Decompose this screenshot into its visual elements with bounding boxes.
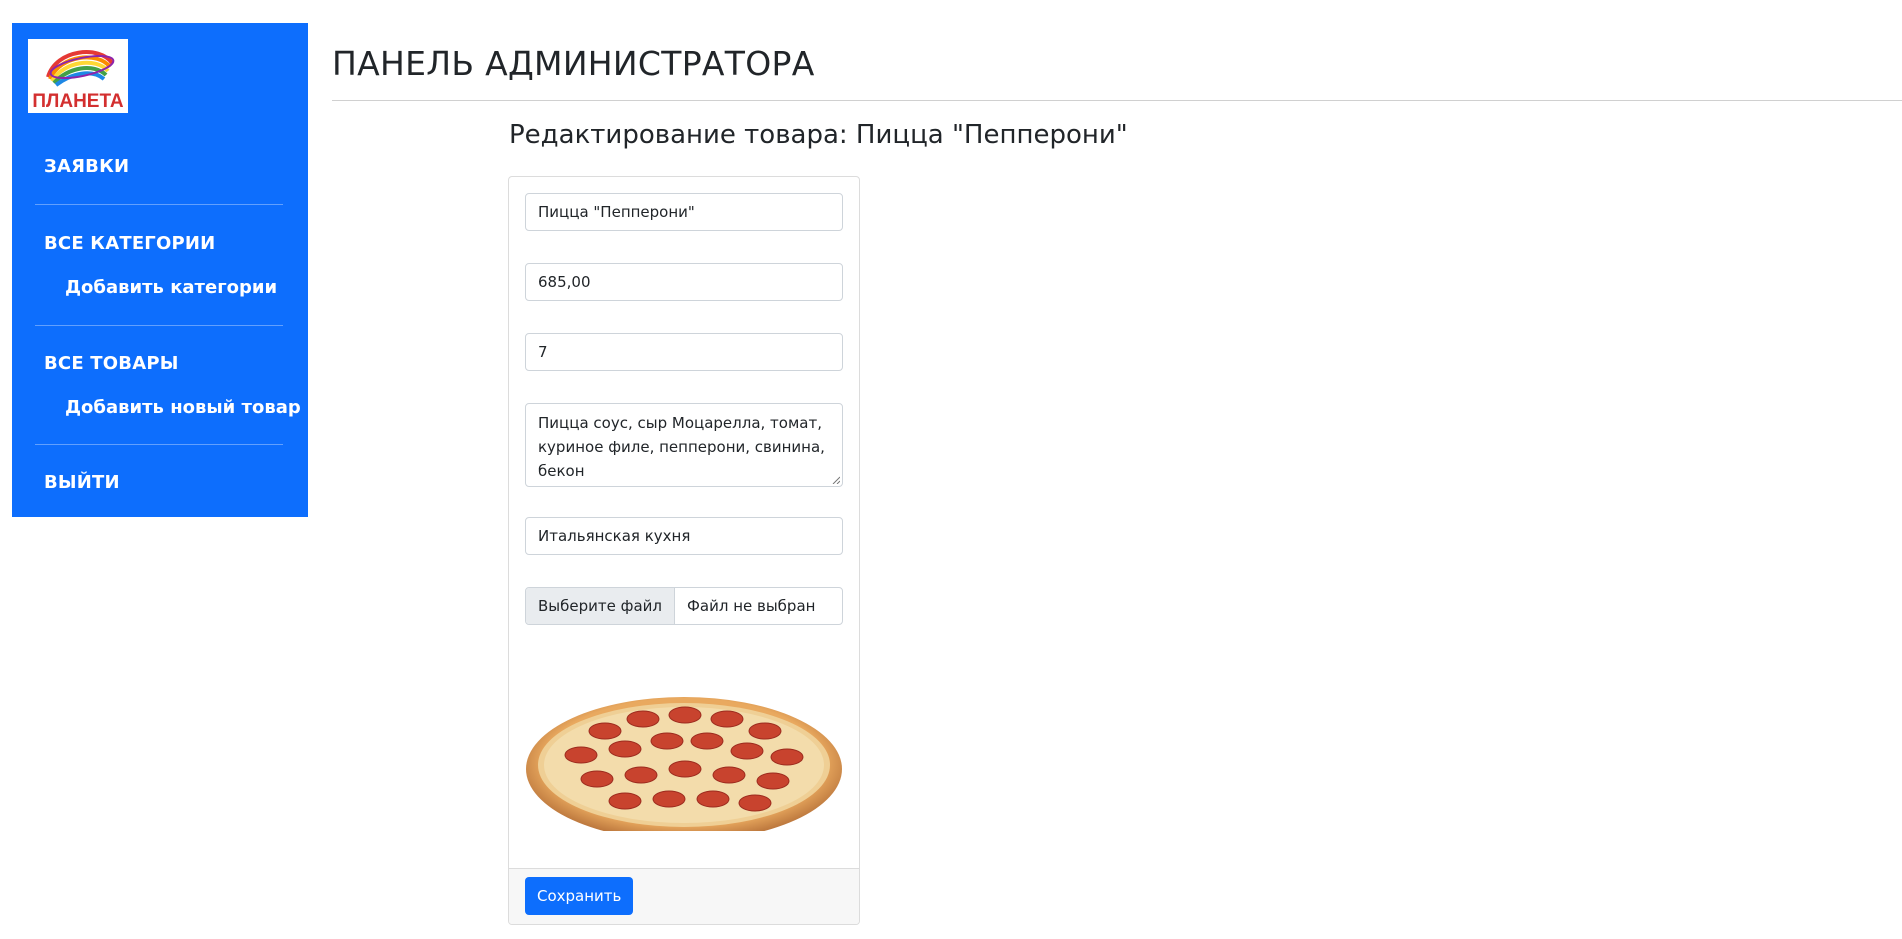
sidebar-divider [35,204,283,205]
product-description-textarea[interactable]: Пицца соус, сыр Моцарелла, томат, курино… [525,403,843,487]
logo[interactable]: ПЛАНЕТА [28,39,128,113]
sidebar-item-add-category[interactable]: Добавить категории [65,277,277,298]
choose-file-button[interactable]: Выберите файл [526,588,675,624]
product-name-input[interactable]: Пицца "Пепперони" [525,193,843,231]
image-file-input[interactable]: Выберите файл Файл не выбран [525,587,843,625]
card-footer: Сохранить [509,868,859,924]
product-description-text: Пицца соус, сыр Моцарелла, томат, курино… [538,414,825,480]
product-quantity-input[interactable]: 7 [525,333,843,371]
sidebar-item-add-product[interactable]: Добавить новый товар [65,397,301,418]
product-image [526,697,842,831]
sidebar-item-all-categories[interactable]: ВСЕ КАТЕГОРИИ [44,233,215,254]
sidebar-item-all-products[interactable]: ВСЕ ТОВАРЫ [44,353,179,374]
save-button[interactable]: Сохранить [525,877,634,915]
file-status-text: Файл не выбран [686,597,816,615]
title-divider [332,100,1902,101]
edit-product-heading: Редактирование товара: Пицца "Пепперони" [509,120,1128,150]
product-category-input[interactable]: Итальянская кухня [525,517,843,555]
svg-text:ПЛАНЕТА: ПЛАНЕТА [32,91,124,112]
resize-grip-icon[interactable] [832,476,840,484]
product-price-input[interactable]: 685,00 [525,263,843,301]
sidebar-divider [35,444,283,445]
page-title: ПАНЕЛЬ АДМИНИСТРАТОРА [332,44,815,83]
sidebar-divider [35,325,283,326]
product-edit-card: Пицца "Пепперони" 685,00 7 Пицца соус, с… [508,176,860,925]
sidebar-item-logout[interactable]: ВЫЙТИ [44,472,120,493]
sidebar: ПЛАНЕТА ЗАЯВКИ ВСЕ КАТЕГОРИИ Добавить ка… [12,23,308,517]
sidebar-item-requests[interactable]: ЗАЯВКИ [44,156,129,177]
planet-logo-icon: ПЛАНЕТА [32,50,124,112]
